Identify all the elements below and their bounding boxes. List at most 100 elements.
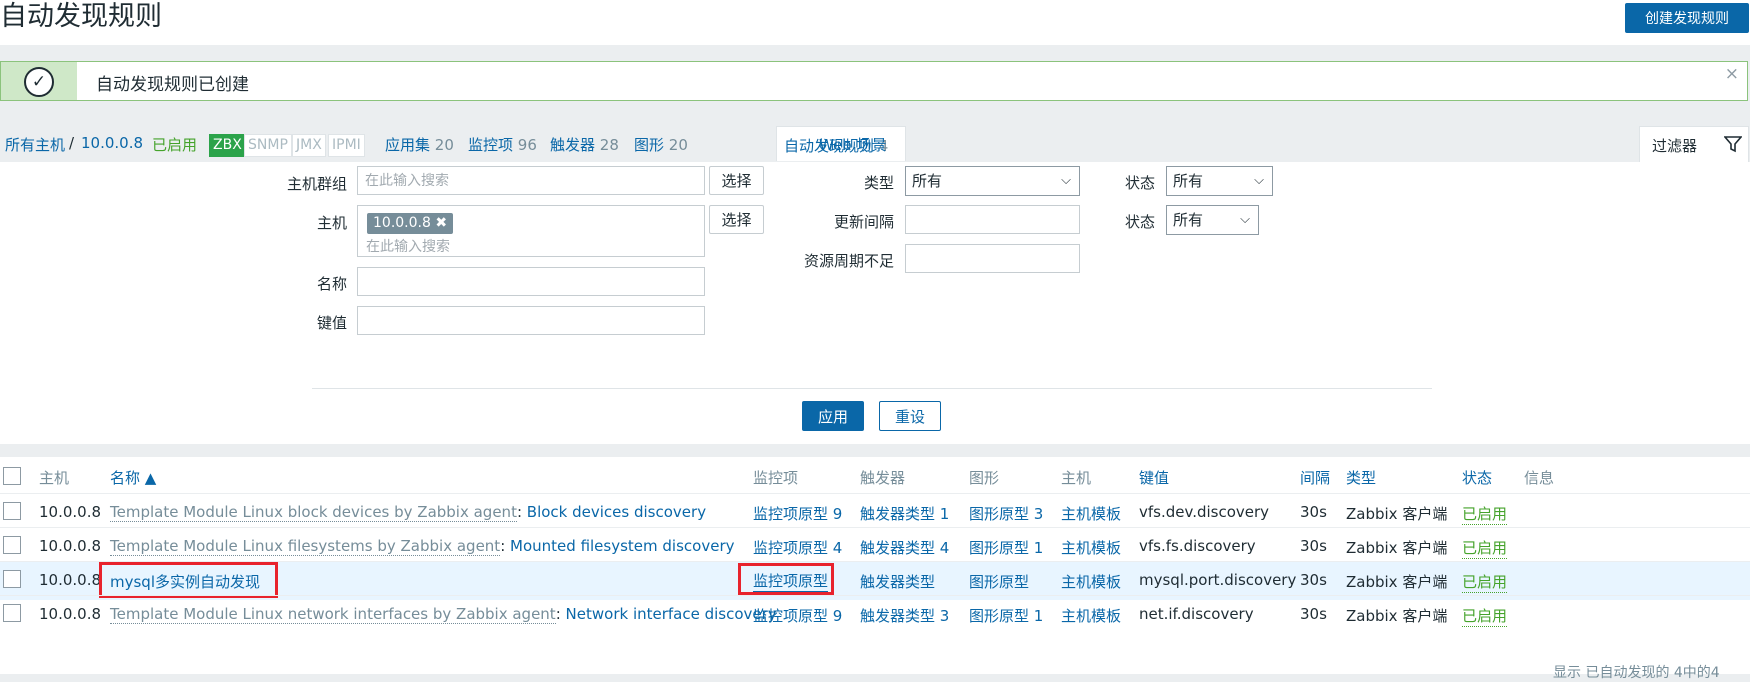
row-checkbox[interactable]: [3, 502, 21, 520]
jmx-tag: JMX: [292, 134, 326, 157]
key-label: 键值: [316, 314, 347, 332]
item-prototypes-link[interactable]: 监控项原型 4: [753, 537, 842, 558]
trigger-prototypes-link[interactable]: 触发器类型 1: [860, 503, 949, 524]
success-message: ✓ 自动发现规则已创建 ×: [0, 61, 1748, 101]
row-status[interactable]: 已启用: [1462, 537, 1508, 559]
annotation-box: [738, 563, 834, 595]
header-type[interactable]: 类型: [1346, 467, 1376, 488]
breadcrumb-separator: /: [69, 134, 75, 152]
row-type: Zabbix 客户端: [1346, 573, 1448, 591]
host-multiselect[interactable]: 10.0.0.8 ✖ 在此输入搜索: [357, 205, 705, 257]
name-input[interactable]: [357, 267, 705, 296]
page-header: 自动发现规则 创建发现规则: [0, 0, 1750, 45]
row-status[interactable]: 已启用: [1462, 571, 1508, 593]
host-navigation: 所有主机 / 10.0.0.8 已启用 ZBX SNMP JMX IPMI 应用…: [0, 118, 1750, 163]
rule-link[interactable]: Network interface discovery: [566, 605, 777, 623]
filter-tab-label: 过滤器: [1652, 137, 1698, 155]
row-type: Zabbix 客户端: [1346, 607, 1448, 625]
breadcrumb-all-hosts[interactable]: 所有主机: [5, 134, 65, 155]
host-prototypes-link[interactable]: 主机模板: [1061, 503, 1121, 524]
row-checkbox[interactable]: [3, 604, 21, 622]
row-interval: 30s: [1300, 537, 1327, 555]
nav-web-scenarios[interactable]: Web 场景: [819, 134, 886, 155]
header-key[interactable]: 键值: [1139, 467, 1169, 488]
status-select[interactable]: 所有 ⌵: [1166, 205, 1259, 235]
host-prototypes-link[interactable]: 主机模板: [1061, 571, 1121, 592]
header-name[interactable]: 名称 ▲: [110, 467, 156, 488]
close-icon[interactable]: ×: [1725, 64, 1739, 84]
header-status[interactable]: 状态: [1462, 467, 1492, 488]
host-select-button[interactable]: 选择: [709, 205, 764, 234]
row-name: Template Module Linux block devices by Z…: [110, 503, 707, 522]
header-items: 监控项: [753, 469, 799, 487]
graph-prototypes-link[interactable]: 图形原型 1: [969, 605, 1043, 626]
rule-link[interactable]: Block devices discovery: [527, 503, 706, 521]
row-checkbox[interactable]: [3, 570, 21, 588]
template-link[interactable]: Template Module Linux network interfaces…: [110, 605, 556, 624]
trigger-prototypes-link[interactable]: 触发器类型 3: [860, 605, 949, 626]
breadcrumb-host[interactable]: 10.0.0.8: [81, 134, 143, 152]
zbx-tag: ZBX: [209, 134, 246, 157]
type-select[interactable]: 所有 ⌵: [905, 166, 1080, 196]
graph-prototypes-link[interactable]: 图形原型 3: [969, 503, 1043, 524]
row-checkbox[interactable]: [3, 536, 21, 554]
host-group-input[interactable]: [357, 166, 705, 195]
template-link[interactable]: Template Module Linux block devices by Z…: [110, 503, 517, 522]
host-search-placeholder: 在此输入搜索: [366, 239, 450, 255]
row-interval: 30s: [1300, 571, 1327, 589]
nav-triggers[interactable]: 触发器 28: [550, 134, 619, 155]
row-key: vfs.dev.discovery: [1139, 503, 1270, 521]
header-graphs: 图形: [969, 469, 1000, 487]
table-footer-count: 显示 已自动发现的 4中的4: [1553, 665, 1720, 681]
row-type: Zabbix 客户端: [1346, 505, 1448, 523]
row-key: vfs.fs.discovery: [1139, 537, 1256, 555]
nav-graphs[interactable]: 图形 20: [634, 134, 688, 155]
chevron-down-icon: ⌵: [1061, 173, 1071, 188]
table-row: 10.0.0.8 Template Module Linux network i…: [0, 595, 1750, 634]
host-label: 主机: [316, 214, 347, 232]
rule-link[interactable]: Mounted filesystem discovery: [510, 537, 734, 555]
header-interval[interactable]: 间隔: [1300, 467, 1330, 488]
row-interval: 30s: [1300, 503, 1327, 521]
row-status[interactable]: 已启用: [1462, 503, 1508, 525]
nav-applications[interactable]: 应用集 20: [385, 134, 454, 155]
create-discovery-rule-button[interactable]: 创建发现规则: [1625, 3, 1749, 33]
host-prototypes-link[interactable]: 主机模板: [1061, 537, 1121, 558]
select-all-checkbox[interactable]: [3, 467, 21, 485]
header-hosts: 主机: [1061, 469, 1092, 487]
page-title: 自动发现规则: [0, 1, 162, 32]
state-label: 状态: [1124, 174, 1155, 192]
host-prototypes-link[interactable]: 主机模板: [1061, 605, 1121, 626]
template-link[interactable]: Template Module Linux filesystems by Zab…: [110, 537, 501, 556]
item-prototypes-link[interactable]: 监控项原型 9: [753, 605, 842, 626]
reset-button[interactable]: 重设: [879, 401, 941, 431]
row-status[interactable]: 已启用: [1462, 605, 1508, 627]
key-input[interactable]: [357, 306, 705, 335]
host-group-select-button[interactable]: 选择: [709, 166, 764, 195]
header-host: 主机: [39, 469, 70, 487]
lifetime-label: 资源周期不足: [803, 252, 894, 270]
nav-items[interactable]: 监控项 96: [468, 134, 537, 155]
remove-chip-icon[interactable]: ✖: [435, 215, 447, 231]
snmp-tag: SNMP: [244, 134, 292, 157]
apply-button[interactable]: 应用: [802, 401, 864, 431]
lifetime-input[interactable]: [905, 244, 1080, 273]
item-prototypes-link[interactable]: 监控项原型 9: [753, 503, 842, 524]
filter-tab[interactable]: 过滤器: [1639, 126, 1749, 163]
graph-prototypes-link[interactable]: 图形原型 1: [969, 537, 1043, 558]
row-host: 10.0.0.8: [39, 503, 102, 521]
row-host: 10.0.0.8: [39, 571, 102, 589]
row-interval: 30s: [1300, 605, 1327, 623]
row-name: Template Module Linux filesystems by Zab…: [110, 537, 735, 556]
interval-input[interactable]: [905, 205, 1080, 234]
trigger-prototypes-link[interactable]: 触发器类型 4: [860, 537, 949, 558]
success-message-text: 自动发现规则已创建: [96, 75, 249, 95]
chevron-down-icon: ⌵: [1254, 173, 1264, 188]
graph-prototypes-link[interactable]: 图形原型: [969, 571, 1029, 592]
type-label: 类型: [863, 174, 894, 192]
status-label: 状态: [1124, 213, 1155, 231]
trigger-prototypes-link[interactable]: 触发器类型: [860, 571, 935, 592]
name-label: 名称: [316, 275, 347, 293]
state-select[interactable]: 所有 ⌵: [1166, 166, 1273, 196]
host-status: 已启用: [152, 136, 198, 154]
